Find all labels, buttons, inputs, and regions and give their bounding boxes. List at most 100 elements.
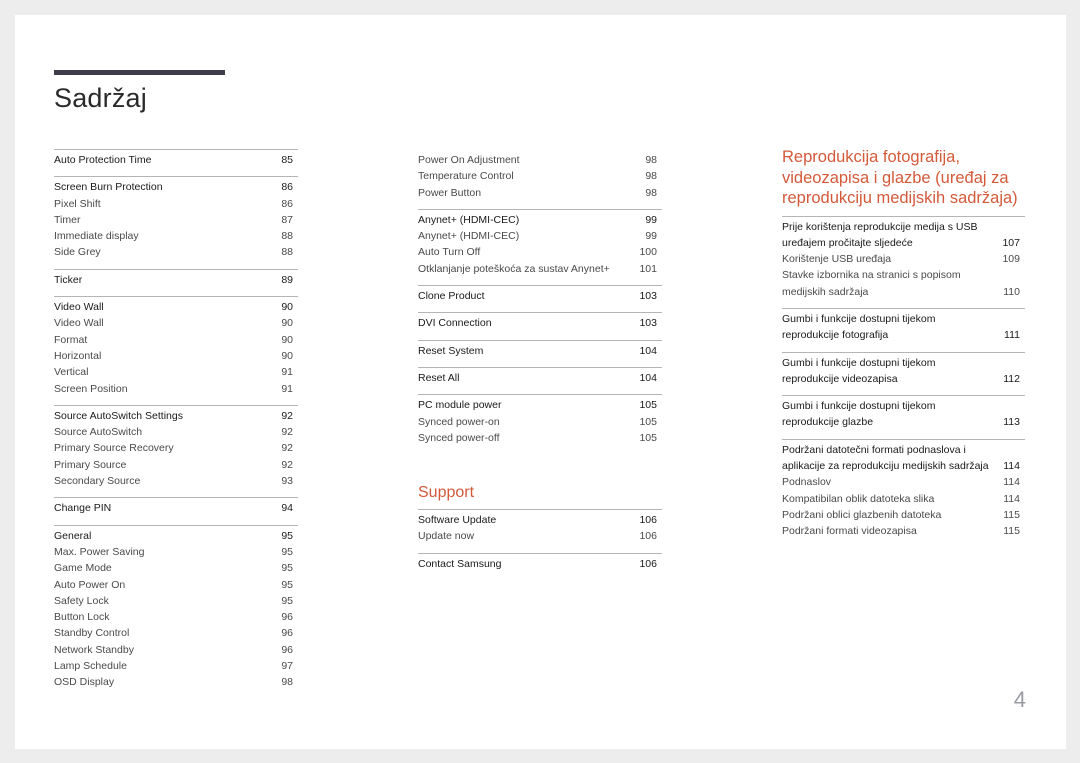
toc-entry[interactable]: Timer 87	[54, 212, 298, 228]
toc-entry[interactable]: Synced power-off 105	[418, 430, 662, 446]
toc-entry-page: 91	[281, 382, 293, 395]
toc-entry-page: 106	[639, 557, 657, 570]
toc-entry[interactable]: Network Standby 96	[54, 642, 298, 658]
toc-heading-entry[interactable]: PC module power 105	[418, 397, 662, 413]
toc-entry[interactable]: Power Button 98	[418, 185, 662, 201]
toc-entry-page: 114	[1003, 476, 1020, 489]
toc-heading-entry[interactable]: Podržani datotečni formati podnaslova i …	[782, 442, 1025, 475]
toc-entry-label: Anynet+ (HDMI-CEC)	[418, 230, 520, 243]
toc-entry-label: Gumbi i funkcije dostupni tijekom reprod…	[782, 400, 936, 429]
toc-heading-entry[interactable]: Reset All 104	[418, 370, 662, 386]
toc-entry[interactable]: Temperature Control 98	[418, 168, 662, 184]
toc-entry[interactable]: Auto Power On 95	[54, 577, 298, 593]
toc-entry-label: Podržani formati videozapisa	[782, 525, 917, 538]
toc-entry[interactable]: Podržani oblici glazbenih datoteka 115	[782, 507, 1025, 523]
toc-heading-entry[interactable]: Contact Samsung 106	[418, 556, 662, 572]
toc-entry[interactable]: Auto Turn Off 100	[418, 244, 662, 260]
toc-entry-label: Video Wall	[54, 301, 104, 314]
toc-entry[interactable]: Secondary Source 93	[54, 473, 298, 489]
toc-entry[interactable]: Standby Control 96	[54, 625, 298, 641]
toc-entry-page: 113	[1003, 416, 1020, 429]
toc-heading-entry[interactable]: Source AutoSwitch Settings 92	[54, 408, 298, 424]
toc-entry[interactable]: Pixel Shift 86	[54, 196, 298, 212]
toc-heading-entry[interactable]: Screen Burn Protection 86	[54, 179, 298, 195]
toc-entry-label: Horizontal	[54, 349, 102, 362]
toc-entry[interactable]: Lamp Schedule 97	[54, 658, 298, 674]
toc-entry[interactable]: Korištenje USB uređaja 109	[782, 251, 1025, 267]
toc-entry-label: Kompatibilan oblik datoteka slika	[782, 492, 935, 505]
toc-right-groups: Prije korištenja reprodukcije medija s U…	[782, 215, 1025, 540]
toc-entry[interactable]: Format 90	[54, 332, 298, 348]
toc-entry-label: Power Button	[418, 186, 482, 199]
toc-heading-entry[interactable]: Ticker 89	[54, 272, 298, 288]
toc-entry-page: 92	[281, 426, 293, 439]
toc-entry-page: 110	[1003, 285, 1020, 298]
toc-heading-entry[interactable]: Gumbi i funkcije dostupni tijekom reprod…	[782, 311, 1025, 344]
toc-heading-entry[interactable]: DVI Connection 103	[418, 315, 662, 331]
toc-entry[interactable]: Game Mode 95	[54, 560, 298, 576]
toc-entry-label: Side Grey	[54, 246, 101, 259]
toc-entry-label: Format	[54, 333, 88, 346]
toc-entry-page: 105	[639, 431, 657, 444]
toc-entry-page: 85	[281, 154, 293, 166]
toc-entry-page: 112	[1003, 372, 1020, 385]
toc-entry-label: Update now	[418, 530, 475, 543]
toc-entry-page: 90	[281, 333, 293, 346]
toc-entry-page: 94	[281, 502, 293, 515]
toc-group: Gumbi i funkcije dostupni tijekom reprod…	[782, 351, 1025, 388]
toc-entry[interactable]: Screen Position 91	[54, 381, 298, 397]
toc-entry[interactable]: Podnaslov 114	[782, 474, 1025, 490]
toc-group: Change PIN 94	[54, 497, 298, 516]
toc-entry[interactable]: Side Grey 88	[54, 244, 298, 260]
toc-group: Video Wall 90 Video Wall 90 Format 90 Horizont…	[54, 296, 298, 397]
toc-entry-page: 91	[281, 366, 293, 379]
toc-entry-label: Auto Turn Off	[418, 246, 481, 259]
toc-entry[interactable]: Kompatibilan oblik datoteka slika 114	[782, 491, 1025, 507]
toc-entry[interactable]: OSD Display 98	[54, 674, 298, 690]
toc-entry-page: 98	[645, 186, 657, 199]
toc-entry[interactable]: Safety Lock 95	[54, 593, 298, 609]
toc-entry[interactable]: Stavke izbornika na stranici s popisom m…	[782, 267, 1025, 300]
toc-entry[interactable]: Otklanjanje poteškoća za sustav Anynet+ 1…	[418, 261, 662, 277]
toc-entry[interactable]: Immediate display 88	[54, 228, 298, 244]
toc-entry-label: DVI Connection	[418, 317, 492, 330]
toc-heading-entry[interactable]: Gumbi i funkcije dostupni tijekom reprod…	[782, 355, 1025, 388]
toc-heading-entry[interactable]: Prije korištenja reprodukcije medija s U…	[782, 219, 1025, 252]
toc-group: Power On Adjustment 98 Temperature Control…	[418, 149, 662, 201]
toc-entry[interactable]: Vertical 91	[54, 364, 298, 380]
toc-entry-page: 90	[281, 301, 293, 314]
toc-column-middle: Power On Adjustment 98 Temperature Control…	[418, 149, 662, 580]
toc-entry-label: Otklanjanje poteškoća za sustav Anynet+	[418, 262, 610, 275]
toc-entry[interactable]: Max. Power Saving 95	[54, 544, 298, 560]
toc-heading-entry[interactable]: Video Wall 90	[54, 299, 298, 315]
toc-entry[interactable]: Horizontal 90	[54, 348, 298, 364]
toc-entry-label: Stavke izbornika na stranici s popisom m…	[782, 269, 961, 298]
toc-entry[interactable]: Primary Source Recovery 92	[54, 440, 298, 456]
toc-entry-page: 98	[645, 154, 657, 166]
toc-entry[interactable]: Podržani formati videozapisa 115	[782, 523, 1025, 539]
toc-heading-entry[interactable]: Anynet+ (HDMI-CEC) 99	[418, 212, 662, 228]
toc-entry-page: 96	[281, 627, 293, 640]
toc-entry[interactable]: Button Lock 96	[54, 609, 298, 625]
section-title-media-playback: Reprodukcija fotografija, videozapisa i …	[782, 148, 1018, 207]
toc-heading-entry[interactable]: Reset System 104	[418, 343, 662, 359]
toc-heading-entry[interactable]: General 95	[54, 528, 298, 544]
toc-heading-entry[interactable]: Change PIN 94	[54, 500, 298, 516]
toc-group: Clone Product 103	[418, 285, 662, 304]
toc-entry-page: 98	[645, 170, 657, 183]
toc-heading-entry[interactable]: Software Update 106	[418, 512, 662, 528]
toc-heading-entry[interactable]: Gumbi i funkcije dostupni tijekom reprod…	[782, 398, 1025, 431]
toc-entry-page: 95	[281, 545, 293, 558]
toc-group: Reset System 104	[418, 339, 662, 359]
toc-entry[interactable]: Anynet+ (HDMI-CEC) 99	[418, 228, 662, 244]
toc-entry[interactable]: Primary Source 92	[54, 457, 298, 473]
toc-entry-label: Temperature Control	[418, 170, 514, 183]
toc-entry[interactable]: Power On Adjustment 98	[418, 152, 662, 168]
toc-entry[interactable]: Source AutoSwitch 92	[54, 424, 298, 440]
toc-entry-page: 115	[1003, 508, 1020, 521]
toc-entry[interactable]: Update now 106	[418, 528, 662, 544]
toc-heading-entry[interactable]: Auto Protection Time 85	[54, 152, 298, 168]
toc-heading-entry[interactable]: Clone Product 103	[418, 288, 662, 304]
toc-entry[interactable]: Synced power-on 105	[418, 414, 662, 430]
toc-entry[interactable]: Video Wall 90	[54, 315, 298, 331]
